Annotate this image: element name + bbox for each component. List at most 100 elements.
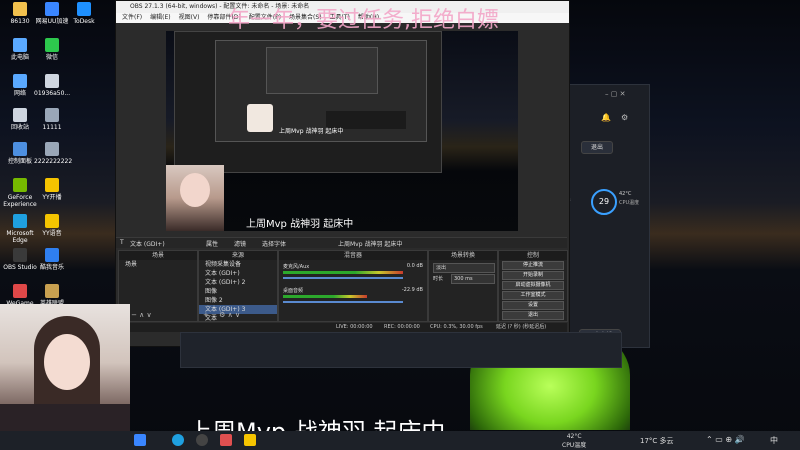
window-controls: – ▢ ✕ (605, 89, 645, 98)
desktop-icon-label: 2222222222 (34, 158, 73, 165)
live-assistant-panel: – ▢ ✕ 🔔 ⚙ 退出 29 fps 42°C CPU温度 退出直播 (560, 84, 650, 348)
mixer-channel-2-meter (283, 295, 367, 298)
mixer-channel-1-slider[interactable] (283, 277, 403, 279)
desktop-app-icon (13, 38, 27, 52)
desktop-icon[interactable]: 01936a50... (34, 74, 70, 97)
cpu-temp-label: CPU温度 (619, 200, 640, 206)
live-timer: LIVE: 00:00:00 (336, 324, 373, 330)
mixer-channel-1-db: 0.0 dB (406, 263, 423, 269)
text-content-field[interactable]: 上周Mvp 战神羽 起床中 (338, 239, 402, 248)
filters-button[interactable]: 滤镜 (234, 239, 246, 248)
desktop-icon[interactable]: 86130 (2, 2, 38, 25)
control-button[interactable]: 开始录制 (502, 271, 564, 280)
desktop-icon[interactable]: 2222222222 (34, 142, 73, 165)
desktop-icon[interactable]: 此电脑 (2, 38, 38, 61)
delay-hint: 延迟 (? 秒) (秒延迟后) (496, 324, 547, 330)
desktop-icon[interactable]: 微信 (34, 38, 70, 61)
gear-icon[interactable]: ⚙ (621, 113, 631, 123)
control-button[interactable]: 启动虚拟摄像机 (502, 281, 564, 290)
desktop-icon-label: 11111 (42, 124, 62, 131)
source-item[interactable]: 图像 (199, 287, 277, 296)
weather-widget[interactable]: 17°C 多云 (640, 436, 674, 446)
scene-item[interactable]: 场景 (119, 260, 197, 269)
control-button[interactable]: 退出 (502, 311, 564, 320)
mixer-channel-1-name: 麦克风/Aux (283, 264, 310, 270)
app-taskbar-icon-1[interactable] (220, 434, 232, 446)
desktop-icon[interactable]: 11111 (34, 108, 70, 131)
properties-button[interactable]: 属性 (206, 239, 218, 248)
fps-value: 29 (598, 197, 610, 206)
desktop-app-icon (45, 74, 59, 88)
edge-icon[interactable] (172, 434, 184, 446)
desktop-icon-label: 微信 (45, 54, 58, 61)
rec-timer: REC: 00:00:00 (384, 324, 420, 330)
streamer-webcam (0, 304, 130, 450)
text-source-icon: T (120, 239, 124, 246)
secondary-app-bar (180, 332, 622, 368)
mixer-dock: 混音器 麦克风/Aux 0.0 dB 桌面音频 -22.9 dB (278, 250, 428, 322)
cpu-temp-value: 42°C (619, 191, 632, 197)
control-button[interactable]: 工作室模式 (502, 291, 564, 300)
control-button[interactable]: 停止推流 (502, 261, 564, 270)
preview-webcam (166, 165, 224, 231)
webcam-face (180, 173, 210, 207)
desktop-icon-label: 网易UU加速 (35, 18, 69, 25)
desktop-app-icon (13, 74, 27, 88)
desktop-icon-label: 01936a50... (34, 90, 71, 97)
source-item[interactable]: 图像 2 (199, 296, 277, 305)
cpu-temp-tray: 42°C CPU温度 (562, 433, 586, 449)
obs-menu-item[interactable]: 视图(V) (179, 14, 200, 21)
desktop-icon[interactable]: YY开播 (34, 178, 70, 201)
duration-field[interactable]: 300 ms (451, 274, 495, 284)
desktop-icon[interactable]: GeForce Experience (2, 178, 38, 208)
desktop-app-icon (45, 214, 59, 228)
desktop-icon[interactable]: 控制面板 (2, 142, 38, 165)
source-item[interactable]: 文本 (GDI+) 2 (199, 278, 277, 287)
source-item[interactable]: 视频采集设备 (199, 260, 277, 269)
ime-indicator[interactable]: 中 (770, 435, 778, 446)
mixer-channel-2-slider[interactable] (283, 301, 403, 303)
nested-capture-inner-2 (266, 47, 378, 94)
tray-icons[interactable]: ⌃ ▭ ⊕ 🔊 (706, 435, 745, 444)
sources-dock: 来源 视频采集设备 文本 (GDI+) 文本 (GDI+) 2 图像 图像 2 文本 (G… (198, 250, 278, 322)
source-item[interactable]: 文本 (GDI+) (199, 269, 277, 278)
streamer-face (44, 334, 90, 390)
controls-list: 停止推流 开始录制 启动虚拟摄像机 工作室模式 设置 退出 (499, 261, 567, 320)
desktop-icon[interactable]: 网络 (2, 74, 38, 97)
desktop-icon[interactable]: 回收站 (2, 108, 38, 131)
desktop-app-icon (77, 2, 91, 16)
desktop-icon-label: 此电脑 (10, 54, 29, 61)
obs-taskbar-icon[interactable] (196, 434, 208, 446)
windows-start-icon[interactable] (134, 434, 146, 446)
app-taskbar-icon-2[interactable] (244, 434, 256, 446)
desktop-app-icon (45, 248, 59, 262)
control-button[interactable]: 设置 (502, 301, 564, 310)
desktop-icon[interactable]: Microsoft Edge (2, 214, 38, 244)
obs-menu-item[interactable]: 编辑(E) (150, 14, 170, 21)
mixer-channel-1-meter (283, 271, 403, 274)
desktop-icon-label: 回收站 (10, 124, 29, 131)
font-select-button[interactable]: 选择字体 (262, 239, 286, 248)
window-control-icons[interactable]: – ▢ ✕ (605, 90, 625, 98)
exit-badge[interactable]: 退出 (581, 141, 613, 154)
desktop-icon[interactable]: YY语音 (34, 214, 70, 237)
mixer-dock-title: 混音器 (279, 251, 427, 260)
desktop-icon[interactable]: OBS Studio (2, 248, 38, 271)
desktop-app-icon (45, 108, 59, 122)
obs-status-bar: LIVE: 00:00:00 REC: 00:00:00 CPU: 0.3%, … (116, 323, 567, 332)
desktop-app-icon (45, 178, 59, 192)
obs-menu-item[interactable]: 文件(F) (122, 14, 142, 21)
bell-icon[interactable]: 🔔 (601, 113, 611, 123)
scenes-dock-title: 场景 (119, 251, 197, 260)
fps-gauge: 29 (591, 189, 617, 215)
desktop-app-icon (13, 142, 27, 156)
desktop-app-icon (13, 248, 27, 262)
source-controls[interactable]: + − ⚙ ∧ ∨ (203, 311, 240, 319)
scenes-dock: 场景 场景 + − ∧ ∨ (118, 250, 198, 322)
obs-preview[interactable]: 上周Mvp 战神羽 起床中 上周Mvp 战神羽 起床中 (166, 31, 518, 231)
desktop-icon[interactable]: 酷我音乐 (34, 248, 70, 271)
desktop-icon[interactable]: ToDesk (66, 2, 102, 25)
transitions-dock: 场景转换 淡出 时长 300 ms (428, 250, 498, 322)
transition-select[interactable]: 淡出 (433, 263, 495, 273)
desktop-icon[interactable]: 网易UU加速 (34, 2, 70, 25)
